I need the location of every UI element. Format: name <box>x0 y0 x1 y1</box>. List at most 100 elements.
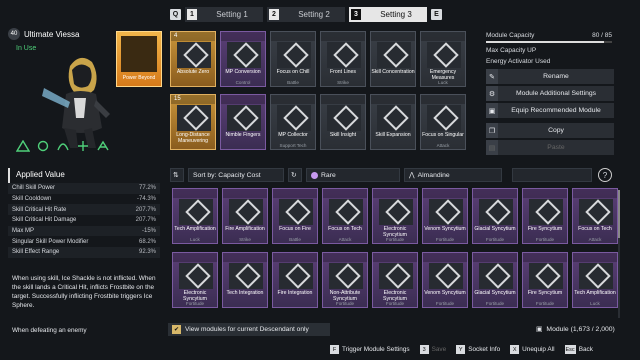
socket-label: Almandine <box>417 171 450 179</box>
inventory-module[interactable]: Tech Amplification Luck <box>172 188 218 244</box>
applied-row: Chill Skill Power 77.2% <box>8 183 160 194</box>
max-capacity-row: Max Capacity UP <box>486 45 612 56</box>
inventory-module[interactable]: Fire Integration <box>272 252 318 308</box>
equipped-module[interactable]: Focus on Chill Battle <box>270 31 316 87</box>
sort-order-button[interactable]: ⇅ <box>170 168 184 182</box>
power-beyond-slot[interactable]: Power Beyond <box>116 31 162 87</box>
prev-key[interactable]: Q <box>170 9 181 20</box>
copy-button[interactable]: ❐ Copy <box>486 123 614 138</box>
module-name: Absolute Zero <box>176 69 210 75</box>
module-capacity-label: Module Capacity <box>486 32 535 39</box>
module-name: Front Lines <box>330 69 356 75</box>
applied-row: Skill Critical Hit Damage 207.7% <box>8 215 160 226</box>
module-type: Attack <box>588 237 602 242</box>
inventory-module[interactable]: Non-Attribute Syncytium Fortitude <box>322 252 368 308</box>
inventory-module[interactable]: Fire Amplification Strike <box>222 188 268 244</box>
in-use-label: In Use <box>16 45 37 52</box>
inventory-scrollbar[interactable] <box>618 190 620 318</box>
equipped-module[interactable]: Nimble Fingers <box>220 94 266 150</box>
inventory-module[interactable]: Electronic Syncytium Fortitude <box>172 252 218 308</box>
sort-dropdown[interactable]: Sort by: Capacity Cost <box>188 168 284 182</box>
power-beyond-icon <box>121 36 157 72</box>
inventory-module[interactable]: Tech Amplification Luck <box>572 252 618 308</box>
help-icon[interactable]: ? <box>598 168 612 182</box>
search-input[interactable] <box>512 168 592 182</box>
module-type: Fortitude <box>435 301 455 306</box>
tab-setting-2[interactable]: 2 Setting 2 <box>267 7 345 22</box>
refresh-icon: ↻ <box>291 172 297 179</box>
next-key[interactable]: E <box>431 9 442 20</box>
socket-info-button[interactable]: Y Socket Info <box>456 345 500 354</box>
inventory-module[interactable]: Focus on Fire Battle <box>272 188 318 244</box>
equipped-module[interactable]: Skill Expansion <box>370 94 416 150</box>
stat-value: 68.2% <box>138 238 156 245</box>
equipped-module[interactable]: 4 Absolute Zero <box>170 31 216 87</box>
trigger-module-settings-button[interactable]: F Trigger Module Settings <box>330 345 410 354</box>
inventory-module[interactable]: Electronic Syncytium Fortitude <box>372 188 418 244</box>
equipped-module[interactable]: Focus on Singular Attack <box>420 94 466 150</box>
stat-value: -74.3% <box>136 196 156 203</box>
reset-filter-button[interactable]: ↻ <box>288 168 302 182</box>
inventory-module[interactable]: Glacial Syncytium Fortitude <box>472 252 518 308</box>
sort-icon: ⇅ <box>173 172 179 179</box>
module-strip <box>221 95 265 104</box>
socket-filter[interactable]: ⋀ Almandine <box>404 168 502 182</box>
unequip-all-button[interactable]: X Unequip All <box>510 345 555 354</box>
save-button[interactable]: 3 Save <box>419 345 446 354</box>
equipped-module[interactable]: Front Lines Strike <box>320 31 366 87</box>
module-strip <box>321 95 365 104</box>
inventory-module[interactable]: Focus on Tech Attack <box>322 188 368 244</box>
rename-button[interactable]: ✎ Rename <box>486 69 614 84</box>
rarity-dot-icon <box>311 171 318 179</box>
additional-settings-label: Module Additional Settings <box>515 90 597 97</box>
activator-label: Energy Activator Used <box>486 58 551 65</box>
applied-row: Max MP -15% <box>8 225 160 237</box>
equipped-module[interactable]: MP Collector Support Tech <box>270 94 316 150</box>
inventory-module[interactable]: Fire Syncytium Fortitude <box>522 188 568 244</box>
equipped-module[interactable]: Emergency Measures Luck <box>420 31 466 87</box>
module-icon <box>229 199 263 225</box>
module-strip <box>271 95 315 104</box>
module-strip <box>221 32 265 41</box>
module-icon <box>177 42 211 68</box>
character-name: Ultimate Viessa <box>24 29 80 39</box>
applied-value-title: Applied Value <box>8 168 160 183</box>
inventory-module[interactable]: Venom Syncytium Fortitude <box>422 252 468 308</box>
equipped-module[interactable]: Skill Insight <box>320 94 366 150</box>
stat-name: Singular Skill Power Modifier <box>12 238 89 245</box>
module-name: Fire Syncytium <box>527 290 563 296</box>
module-name: Fire Integration <box>277 290 313 296</box>
view-current-descendant-toggle[interactable]: ✔ View modules for current Descendant on… <box>168 323 330 336</box>
tab-setting-3[interactable]: 3 Setting 3 <box>349 7 427 22</box>
inventory-module[interactable]: Glacial Syncytium Fortitude <box>472 188 518 244</box>
module-icon <box>379 263 413 289</box>
inventory-module[interactable]: Tech Integration <box>222 252 268 308</box>
scrollbar-thumb[interactable] <box>618 190 620 238</box>
equipped-module[interactable]: Skill Concentration <box>370 31 416 87</box>
applied-row: Skill Cooldown -74.3% <box>8 194 160 205</box>
capacity-bar <box>486 41 612 43</box>
module-icon <box>377 105 411 131</box>
equip-recommended-label: Equip Recommended Module <box>511 107 601 114</box>
stat-name: Skill Critical Hit Rate <box>12 206 67 213</box>
equipped-module[interactable]: 15 Long-Distance Maneuvering <box>170 94 216 150</box>
inventory-module[interactable]: Fire Syncytium Fortitude <box>522 252 568 308</box>
module-name: MP Collector <box>278 132 308 138</box>
module-strip <box>371 32 415 41</box>
equipped-module[interactable]: MP Conversion Control <box>220 31 266 87</box>
tab-setting-1[interactable]: 1 Setting 1 <box>185 7 263 22</box>
back-button[interactable]: Esc Back <box>564 345 593 354</box>
inventory-module[interactable]: Venom Syncytium Fortitude <box>422 188 468 244</box>
inventory-module[interactable]: Focus on Tech Attack <box>572 188 618 244</box>
module-strip <box>223 253 267 262</box>
module-icon <box>479 263 513 289</box>
inventory-module[interactable]: Electronic Syncytium Fortitude <box>372 252 418 308</box>
module-icon <box>277 42 311 68</box>
rarity-filter[interactable]: Rare <box>306 168 400 182</box>
hotkey-save: 3 <box>419 345 429 354</box>
character-header: 40 Ultimate Viessa <box>8 28 79 40</box>
paste-button[interactable]: ▤ Paste <box>486 140 614 155</box>
equip-recommended-button[interactable]: ▣ Equip Recommended Module <box>486 103 614 118</box>
additional-settings-button[interactable]: ⚙ Module Additional Settings <box>486 86 614 101</box>
module-capacity-row: Module Capacity 80 / 85 <box>486 30 612 41</box>
